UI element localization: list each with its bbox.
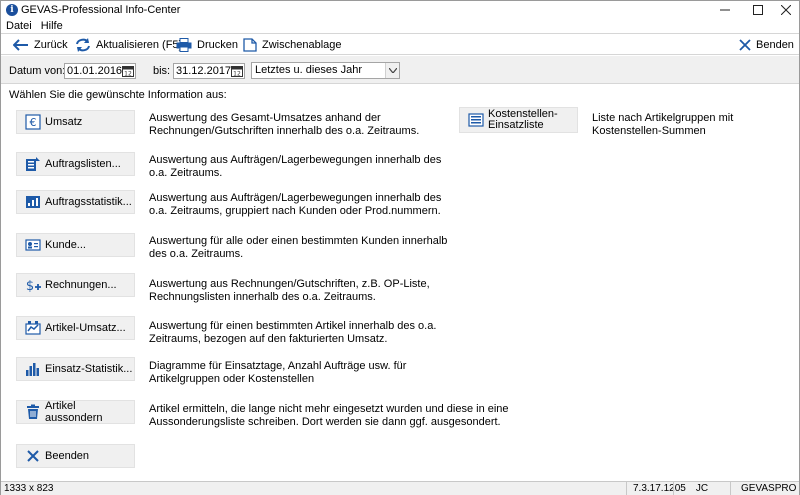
trash-icon	[27, 404, 39, 419]
svg-text:12: 12	[124, 71, 132, 78]
customer-card-icon	[25, 239, 41, 251]
back-button[interactable]: Zurück	[13, 37, 68, 53]
beenden-label: Beenden	[45, 450, 90, 462]
einsatz-statistik-button[interactable]: Einsatz-Statistik...	[16, 357, 135, 381]
date-to-field[interactable]: 31.12.2017 12	[173, 63, 245, 79]
exit-label: Benden	[756, 39, 794, 51]
order-stats-icon	[26, 196, 40, 208]
kunde-label: Kunde...	[45, 239, 86, 251]
rechnungen-label: Rechnungen...	[45, 279, 117, 291]
close-icon	[739, 39, 751, 51]
date-to-label: bis:	[153, 65, 171, 77]
chevron-down-icon[interactable]	[385, 63, 399, 78]
back-label: Zurück	[34, 39, 68, 51]
kunde-description: Auswertung für alle oder einen bestimmte…	[149, 235, 448, 260]
clipboard-label: Zwischenablage	[262, 39, 342, 51]
date-range-value: Letztes u. dieses Jahr	[255, 64, 363, 76]
order-list-icon	[26, 157, 40, 171]
filter-bar: Datum von: 01.01.2016 12 bis: 31.12.2017…	[1, 56, 799, 84]
svg-text:12: 12	[233, 71, 241, 78]
date-from-field[interactable]: 01.01.2016 12	[64, 63, 136, 79]
umsatz-button[interactable]: € Umsatz	[16, 110, 135, 134]
beenden-button[interactable]: Beenden	[16, 444, 135, 468]
einsatz-statistik-label: Einsatz-Statistik...	[45, 363, 133, 375]
auftragsstatistik-button[interactable]: Auftragsstatistik...	[16, 190, 135, 214]
close-window-button[interactable]	[771, 1, 800, 19]
status-app: GEVASPRO	[730, 482, 799, 495]
kostenstellen-label: Kostenstellen- Einsatzliste	[488, 108, 558, 131]
print-label: Drucken	[197, 39, 238, 51]
svg-text:€: €	[30, 116, 37, 129]
artikel-umsatz-description: Auswertung für einen bestimmten Artikel …	[149, 320, 437, 345]
prompt-text: Wählen Sie die gewünschte Information au…	[9, 89, 227, 101]
artikel-aussondern-label: Artikel aussondern	[45, 400, 103, 424]
refresh-icon	[76, 38, 90, 52]
report-list-icon	[468, 113, 484, 127]
exit-toolbar-button[interactable]: Benden	[739, 37, 794, 53]
toolbar: Zurück Aktualisieren (F5) Drucken Zwisch…	[1, 33, 799, 55]
calendar-icon[interactable]: 12	[231, 65, 243, 77]
umsatz-label: Umsatz	[45, 116, 83, 128]
info-panel: Wählen Sie die gewünschte Information au…	[1, 85, 799, 481]
auftragsstatistik-label: Auftragsstatistik...	[45, 196, 132, 208]
refresh-label: Aktualisieren (F5)	[96, 39, 183, 51]
bar-chart-icon	[26, 363, 39, 376]
artikel-umsatz-button[interactable]: Artikel-Umsatz...	[16, 316, 135, 340]
menu-hilfe[interactable]: Hilfe	[41, 20, 63, 32]
kunde-button[interactable]: Kunde...	[16, 233, 135, 257]
clipboard-button[interactable]: Zwischenablage	[243, 37, 342, 53]
calendar-icon[interactable]: 12	[122, 65, 134, 77]
status-bar: 1333 x 823 7.3.17.1205 JC GEVASPRO	[1, 481, 799, 495]
auftragsstatistik-description: Auswertung aus Aufträgen/Lagerbewegungen…	[149, 192, 442, 217]
article-sales-icon	[25, 321, 41, 335]
maximize-button[interactable]	[743, 1, 773, 19]
clipboard-icon	[243, 38, 257, 52]
umsatz-description: Auswertung des Gesamt-Umsatzes anhand de…	[149, 112, 420, 137]
rechnungen-description: Auswertung aus Rechnungen/Gutschriften, …	[149, 278, 430, 303]
status-user: JC	[673, 482, 730, 495]
rechnungen-button[interactable]: $ Rechnungen...	[16, 273, 135, 297]
status-version: 7.3.17.1205	[626, 482, 686, 495]
artikel-umsatz-label: Artikel-Umsatz...	[45, 322, 126, 334]
date-range-select[interactable]: Letztes u. dieses Jahr	[251, 62, 400, 79]
invoice-dollar-icon: $	[26, 279, 41, 293]
window-title: GEVAS-Professional Info-Center	[21, 4, 181, 16]
artikel-aussondern-button[interactable]: Artikel aussondern	[16, 400, 135, 424]
euro-icon: €	[25, 114, 41, 130]
date-to-value: 31.12.2017	[176, 65, 232, 77]
date-from-value: 01.01.2016	[67, 65, 123, 77]
auftragslisten-description: Auswertung aus Aufträgen/Lagerbewegungen…	[149, 154, 442, 179]
menu-datei[interactable]: Datei	[6, 20, 32, 32]
kostenstellen-description: Liste nach Artikelgruppen mit Kostenstel…	[592, 112, 734, 137]
date-from-label: Datum von:	[9, 65, 66, 77]
app-info-icon: i	[6, 4, 18, 16]
kostenstellen-button[interactable]: Kostenstellen- Einsatzliste	[459, 107, 578, 133]
auftragslisten-label: Auftragslisten...	[45, 158, 121, 170]
artikel-aussondern-description: Artikel ermitteln, die lange nicht mehr …	[149, 403, 509, 428]
app-window: i GEVAS-Professional Info-Center Datei H…	[0, 0, 800, 495]
print-button[interactable]: Drucken	[176, 37, 238, 53]
title-bar: i GEVAS-Professional Info-Center	[1, 1, 799, 19]
printer-icon	[176, 38, 192, 52]
status-dimensions: 1333 x 823	[4, 483, 54, 494]
refresh-button[interactable]: Aktualisieren (F5)	[75, 37, 182, 53]
minimize-button[interactable]	[710, 1, 740, 19]
svg-text:$: $	[26, 279, 34, 293]
einsatz-statistik-description: Diagramme für Einsatztage, Anzahl Aufträ…	[149, 360, 407, 385]
auftragslisten-button[interactable]: Auftragslisten...	[16, 152, 135, 176]
arrow-left-icon	[13, 39, 28, 51]
menu-bar: Datei Hilfe	[1, 19, 799, 33]
close-icon	[27, 450, 39, 462]
